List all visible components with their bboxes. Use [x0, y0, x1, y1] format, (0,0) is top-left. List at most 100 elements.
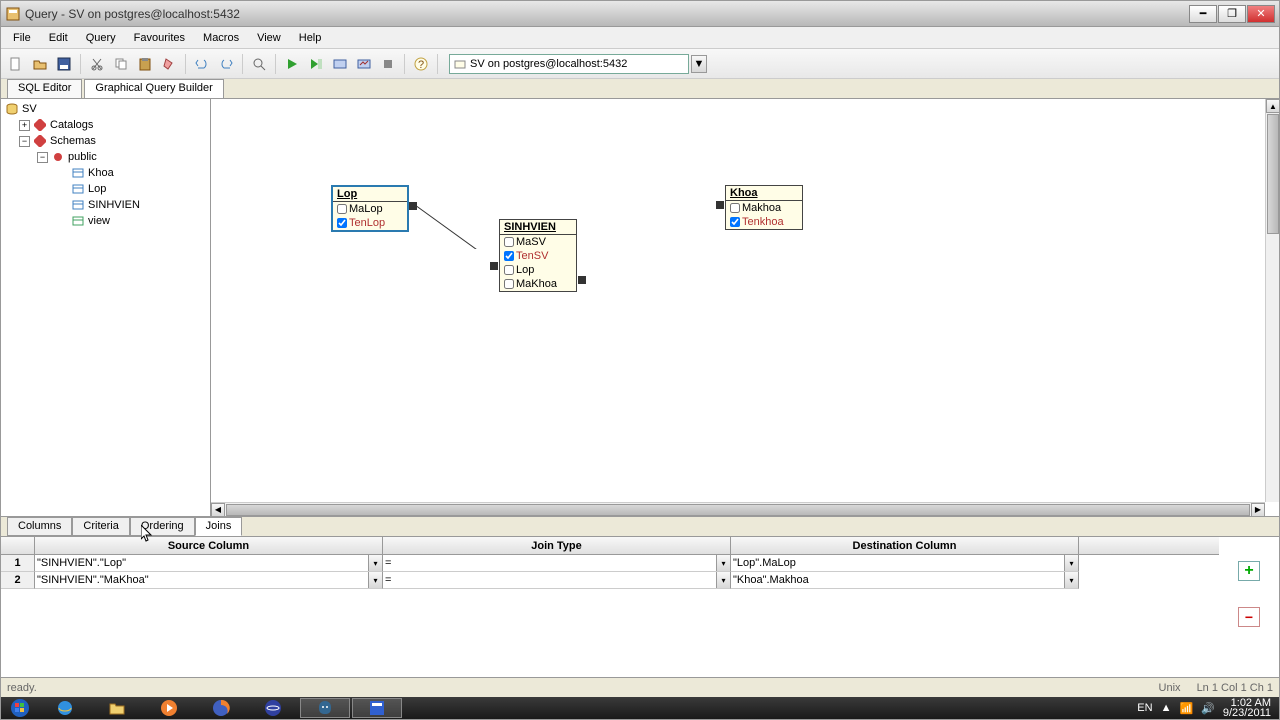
- dropdown-icon[interactable]: ▾: [368, 555, 382, 571]
- tray-date[interactable]: 9/23/2011: [1223, 708, 1271, 718]
- dropdown-icon[interactable]: ▾: [368, 572, 382, 588]
- grid-cell-dest[interactable]: "Lop".MaLop▾: [731, 555, 1079, 572]
- tab-ordering[interactable]: Ordering: [130, 517, 195, 536]
- tree-catalogs[interactable]: Catalogs: [50, 119, 93, 131]
- grid-cell-jointype[interactable]: =▾: [383, 572, 731, 589]
- canvas-table-khoa[interactable]: Khoa Makhoa Tenkhoa: [725, 185, 803, 230]
- tray-lang[interactable]: EN: [1137, 702, 1152, 714]
- execute-icon[interactable]: [281, 53, 303, 75]
- horizontal-scrollbar[interactable]: ◀ ▶: [211, 502, 1265, 516]
- query-canvas[interactable]: = Lop MaLop TenLop SINHVIEN MaSV TenSV L…: [211, 99, 1279, 516]
- minimize-button[interactable]: ━: [1189, 5, 1217, 23]
- tray-flag-icon[interactable]: ▲: [1161, 702, 1172, 714]
- join-handle[interactable]: [409, 202, 417, 210]
- grid-row-num[interactable]: 2: [1, 572, 35, 589]
- col-checkbox[interactable]: [504, 237, 514, 247]
- close-button[interactable]: ✕: [1247, 5, 1275, 23]
- dropdown-icon[interactable]: ▾: [716, 572, 730, 588]
- schema-group-icon: [33, 134, 47, 148]
- grid-cell-dest[interactable]: "Khoa".Makhoa▾: [731, 572, 1079, 589]
- tree-table-lop[interactable]: Lop: [88, 183, 106, 195]
- tray-volume-icon[interactable]: 🔊: [1201, 702, 1215, 715]
- grid-cell-jointype[interactable]: =▾: [383, 555, 731, 572]
- grid-header-source[interactable]: Source Column: [35, 537, 383, 554]
- col-checkbox[interactable]: [730, 203, 740, 213]
- grid-row-num[interactable]: 1: [1, 555, 35, 572]
- tab-criteria[interactable]: Criteria: [72, 517, 129, 536]
- collapse-toggle[interactable]: −: [37, 152, 48, 163]
- expand-toggle[interactable]: +: [19, 120, 30, 131]
- cancel-icon[interactable]: [377, 53, 399, 75]
- undo-icon[interactable]: [191, 53, 213, 75]
- explain-analyze-icon[interactable]: [353, 53, 375, 75]
- taskbar-app-icon[interactable]: [352, 698, 402, 718]
- dropdown-icon[interactable]: ▾: [716, 555, 730, 571]
- tab-sql-editor[interactable]: SQL Editor: [7, 79, 82, 98]
- dropdown-icon[interactable]: ▾: [1064, 572, 1078, 588]
- col-checkbox[interactable]: [504, 251, 514, 261]
- col-checkbox[interactable]: [504, 279, 514, 289]
- taskbar-eclipse-icon[interactable]: [248, 698, 298, 718]
- join-handle[interactable]: [716, 201, 724, 209]
- join-handle[interactable]: [490, 262, 498, 270]
- tab-graphical-query-builder[interactable]: Graphical Query Builder: [84, 79, 223, 98]
- tab-columns[interactable]: Columns: [7, 517, 72, 536]
- canvas-table-sinhvien[interactable]: SINHVIEN MaSV TenSV Lop MaKhoa: [499, 219, 577, 292]
- tree-public[interactable]: public: [68, 151, 97, 163]
- menu-favourites[interactable]: Favourites: [126, 30, 193, 46]
- taskbar-mediaplayer-icon[interactable]: [144, 698, 194, 718]
- menu-help[interactable]: Help: [291, 30, 330, 46]
- execute-pgscript-icon[interactable]: [305, 53, 327, 75]
- explain-icon[interactable]: [329, 53, 351, 75]
- database-selector-arrow[interactable]: ▼: [691, 55, 707, 73]
- add-join-button[interactable]: +: [1238, 561, 1260, 581]
- clear-icon[interactable]: [158, 53, 180, 75]
- save-icon[interactable]: [53, 53, 75, 75]
- tray-network-icon[interactable]: 📶: [1179, 702, 1193, 715]
- taskbar-explorer-icon[interactable]: [92, 698, 142, 718]
- col-checkbox[interactable]: [730, 217, 740, 227]
- new-icon[interactable]: [5, 53, 27, 75]
- grid-cell-source[interactable]: "SINHVIEN"."MaKhoa"▾: [35, 572, 383, 589]
- table-col-label: Lop: [516, 264, 534, 276]
- join-handle[interactable]: [578, 276, 586, 284]
- col-checkbox[interactable]: [337, 204, 347, 214]
- maximize-button[interactable]: ❐: [1218, 5, 1246, 23]
- grid-header-jointype[interactable]: Join Type: [383, 537, 731, 554]
- find-icon[interactable]: [248, 53, 270, 75]
- tree-table-khoa[interactable]: Khoa: [88, 167, 114, 179]
- remove-join-button[interactable]: −: [1238, 607, 1260, 627]
- tree-view[interactable]: view: [88, 215, 110, 227]
- status-ready: ready.: [7, 682, 37, 694]
- vertical-scrollbar[interactable]: ▲: [1265, 99, 1279, 502]
- menubar: File Edit Query Favourites Macros View H…: [1, 27, 1279, 49]
- copy-icon[interactable]: [110, 53, 132, 75]
- menu-edit[interactable]: Edit: [41, 30, 76, 46]
- database-selector[interactable]: SV on postgres@localhost:5432: [449, 54, 689, 74]
- tab-joins[interactable]: Joins: [195, 517, 243, 536]
- taskbar-ie-icon[interactable]: [40, 698, 90, 718]
- canvas-table-lop[interactable]: Lop MaLop TenLop: [331, 185, 409, 232]
- dropdown-icon[interactable]: ▾: [1064, 555, 1078, 571]
- menu-file[interactable]: File: [5, 30, 39, 46]
- menu-view[interactable]: View: [249, 30, 289, 46]
- start-button[interactable]: [1, 697, 39, 719]
- tree-table-sinhvien[interactable]: SINHVIEN: [88, 199, 140, 211]
- collapse-toggle[interactable]: −: [19, 136, 30, 147]
- toolbar: ? SV on postgres@localhost:5432 ▼: [1, 49, 1279, 79]
- col-checkbox[interactable]: [337, 218, 347, 228]
- menu-macros[interactable]: Macros: [195, 30, 247, 46]
- cut-icon[interactable]: [86, 53, 108, 75]
- open-icon[interactable]: [29, 53, 51, 75]
- taskbar-pgadmin-icon[interactable]: [300, 698, 350, 718]
- col-checkbox[interactable]: [504, 265, 514, 275]
- help-icon[interactable]: ?: [410, 53, 432, 75]
- grid-header-dest[interactable]: Destination Column: [731, 537, 1079, 554]
- tree-schemas[interactable]: Schemas: [50, 135, 96, 147]
- grid-cell-source[interactable]: "SINHVIEN"."Lop"▾: [35, 555, 383, 572]
- menu-query[interactable]: Query: [78, 30, 124, 46]
- redo-icon[interactable]: [215, 53, 237, 75]
- paste-icon[interactable]: [134, 53, 156, 75]
- tree-root[interactable]: SV: [22, 103, 37, 115]
- taskbar-firefox-icon[interactable]: [196, 698, 246, 718]
